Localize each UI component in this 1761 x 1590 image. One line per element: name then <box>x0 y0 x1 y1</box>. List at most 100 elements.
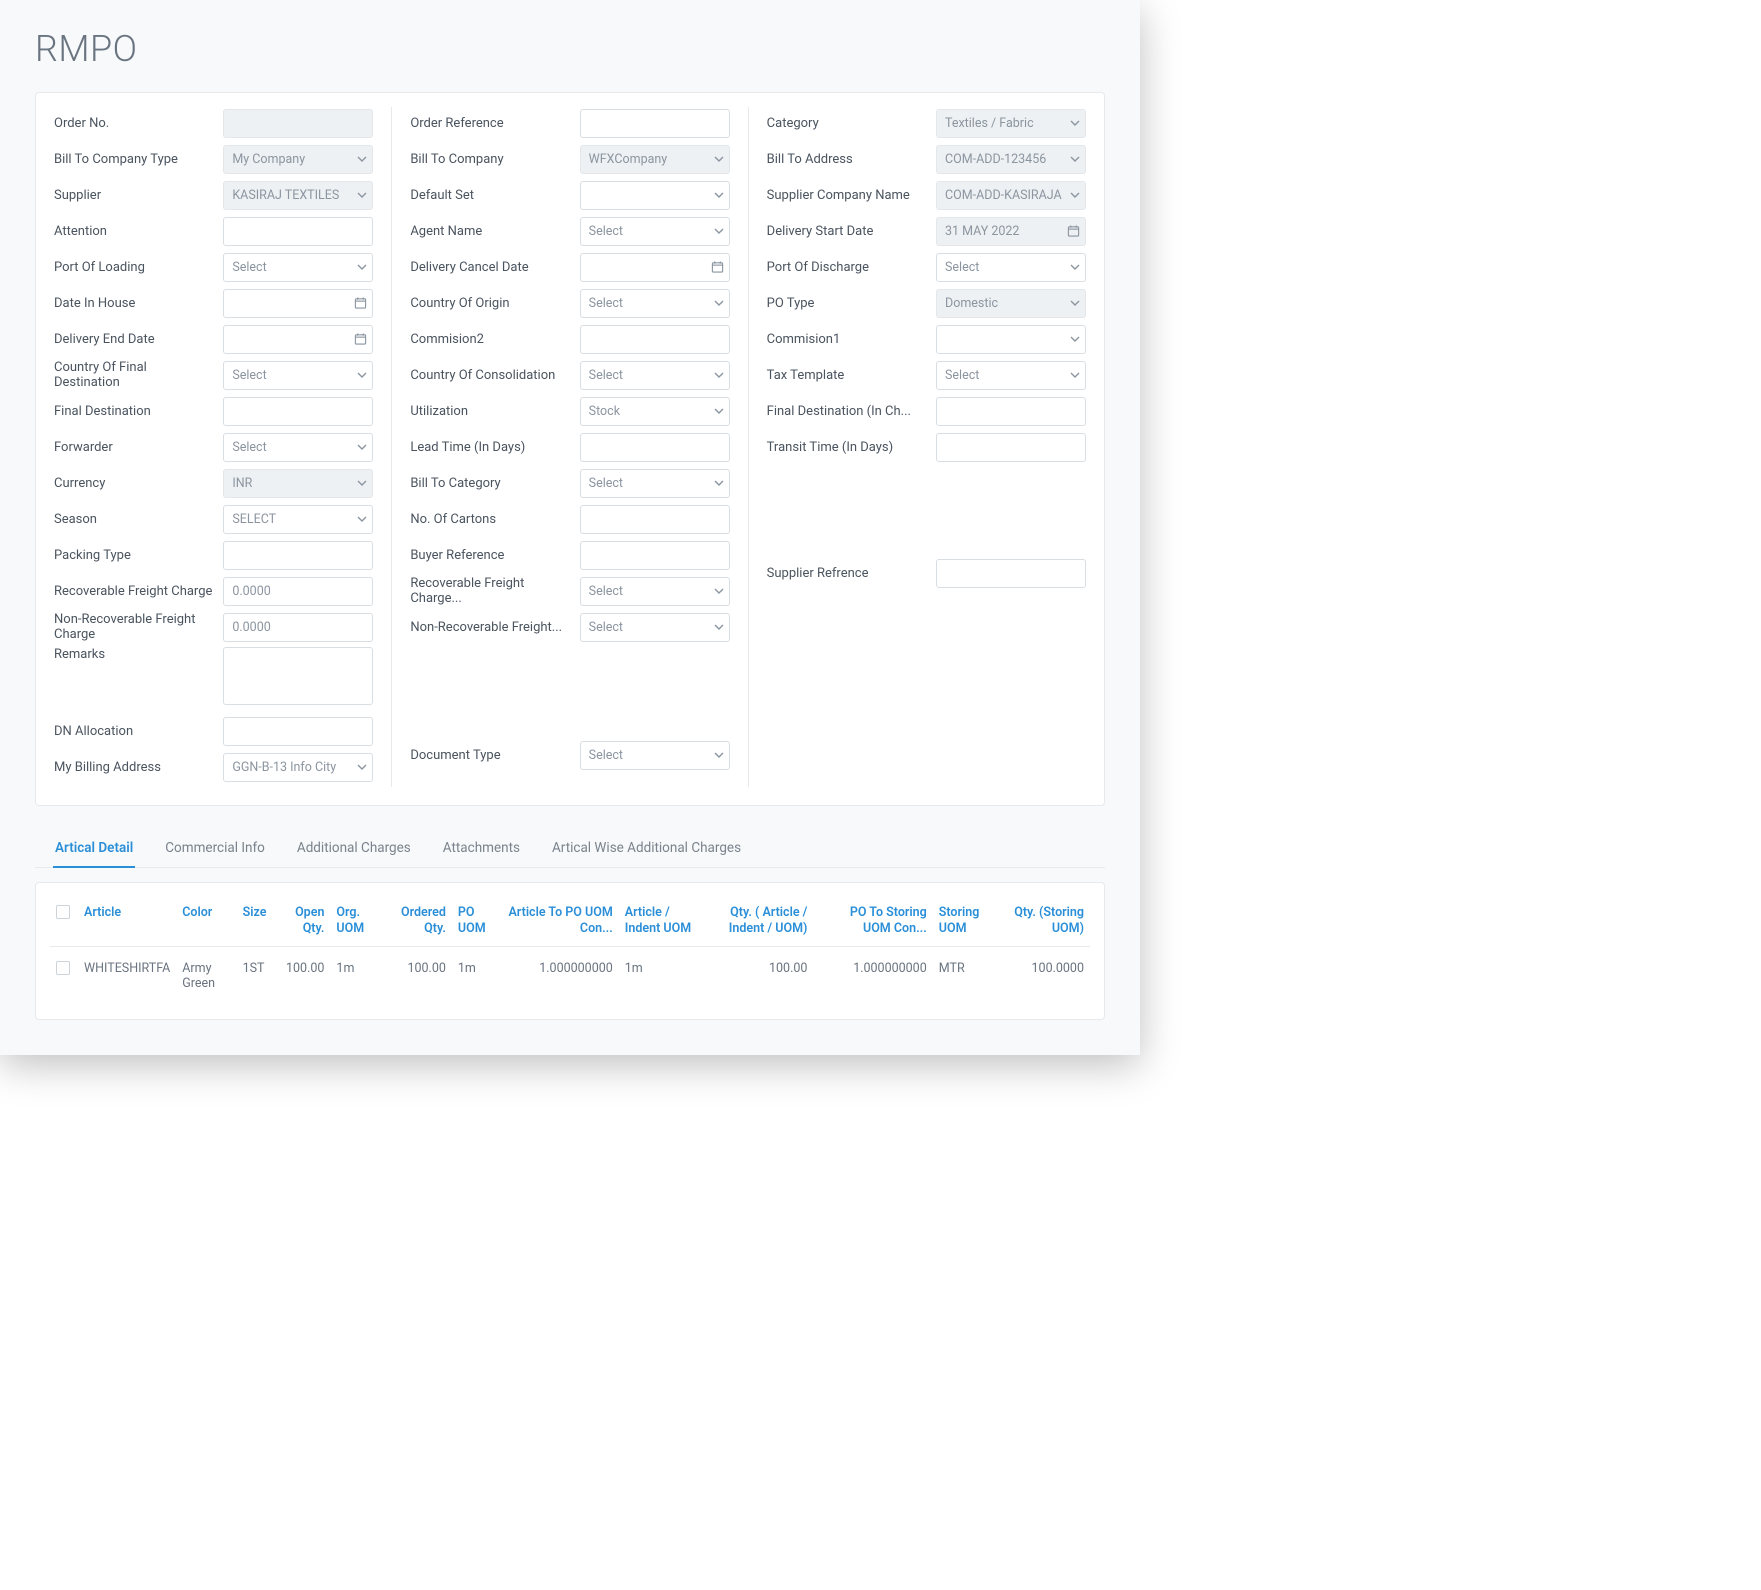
calendar-icon <box>354 333 367 346</box>
field-label-recov_freight_2: Recoverable Freight Charge... <box>410 576 579 606</box>
cell-qty_storing: 100.0000 <box>1000 947 1090 1006</box>
col-po_uom[interactable]: PO UOM <box>452 897 501 947</box>
order_reference-text-input[interactable] <box>580 109 730 138</box>
field-label-attention: Attention <box>54 224 223 239</box>
field-label-delivery_end_date: Delivery End Date <box>54 332 223 347</box>
forwarder-select[interactable]: Select <box>223 433 373 462</box>
field-label-port_of_discharge: Port Of Discharge <box>767 260 936 275</box>
bill_to_company_type-select: My Company <box>223 145 373 174</box>
row-checkbox[interactable] <box>56 961 70 975</box>
field-label-final_destination: Final Destination <box>54 404 223 419</box>
date_in_house-date-input[interactable] <box>223 289 373 318</box>
cell-org_uom: 1m <box>330 947 383 1006</box>
final_dest_ch-text-input[interactable] <box>936 397 1086 426</box>
calendar-icon <box>711 261 724 274</box>
field-label-po_type: PO Type <box>767 296 936 311</box>
delivery_start_date-date-input: 31 MAY 2022 <box>936 217 1086 246</box>
commision2-text-input[interactable] <box>580 325 730 354</box>
document_type-select[interactable]: Select <box>580 741 730 770</box>
field-label-delivery_start_date: Delivery Start Date <box>767 224 936 239</box>
field-label-order_no: Order No. <box>54 116 223 131</box>
col-qty_article_uom[interactable]: Qty. ( Article / Indent / UOM) <box>705 897 813 947</box>
table-row: WHITESHIRTFAArmy Green1ST100.001m100.001… <box>50 947 1090 1006</box>
field-label-remarks: Remarks <box>54 647 223 662</box>
my_billing_address-select[interactable]: GGN-B-13 Info City <box>223 753 373 782</box>
dn_allocation-text-input[interactable] <box>223 717 373 746</box>
port_of_loading-select[interactable]: Select <box>223 253 373 282</box>
supplier_refrence-text-input[interactable] <box>936 559 1086 588</box>
nonrecov_freight_2-select[interactable]: Select <box>580 613 730 642</box>
field-label-commision1: Commision1 <box>767 332 936 347</box>
buyer_reference-text-input[interactable] <box>580 541 730 570</box>
field-label-port_of_loading: Port Of Loading <box>54 260 223 275</box>
select-all-checkbox[interactable] <box>56 905 70 919</box>
calendar-icon <box>1067 225 1080 238</box>
cell-article_to_po: 1.000000000 <box>501 947 619 1006</box>
tab-additional_charges[interactable]: Additional Charges <box>295 832 413 868</box>
attention-text-input[interactable] <box>223 217 373 246</box>
final_destination-text-input[interactable] <box>223 397 373 426</box>
transit_time-text-input[interactable] <box>936 433 1086 462</box>
col-article_to_po[interactable]: Article To PO UOM Con... <box>501 897 619 947</box>
field-label-country_consolidation: Country Of Consolidation <box>410 368 579 383</box>
agent_name-select[interactable]: Select <box>580 217 730 246</box>
bill_to_category-select[interactable]: Select <box>580 469 730 498</box>
bill_to_company-select: WFXCompany <box>580 145 730 174</box>
field-label-supplier_refrence: Supplier Refrence <box>767 566 936 581</box>
country_final_dest-select[interactable]: Select <box>223 361 373 390</box>
col-ordered_qty[interactable]: Ordered Qty. <box>383 897 452 947</box>
field-label-currency: Currency <box>54 476 223 491</box>
col-article[interactable]: Article <box>78 897 176 947</box>
col-org_uom[interactable]: Org. UOM <box>330 897 383 947</box>
field-label-document_type: Document Type <box>410 748 579 763</box>
lead_time-text-input[interactable] <box>580 433 730 462</box>
col-po_to_storing[interactable]: PO To Storing UOM Con... <box>813 897 932 947</box>
col-storing_uom[interactable]: Storing UOM <box>933 897 1000 947</box>
season-select[interactable]: SELECT <box>223 505 373 534</box>
recov_freight-text-input[interactable]: 0.0000 <box>223 577 373 606</box>
no_of_cartons-text-input[interactable] <box>580 505 730 534</box>
field-label-season: Season <box>54 512 223 527</box>
tab-artical_detail[interactable]: Artical Detail <box>53 832 135 868</box>
field-label-bill_to_category: Bill To Category <box>410 476 579 491</box>
cell-storing_uom: MTR <box>933 947 1000 1006</box>
tab-artical_wise[interactable]: Artical Wise Additional Charges <box>550 832 743 868</box>
field-label-nonrecov_freight: Non-Recoverable Freight Charge <box>54 612 223 642</box>
field-label-order_reference: Order Reference <box>410 116 579 131</box>
page-title: RMPO <box>35 28 1105 70</box>
port_of_discharge-select[interactable]: Select <box>936 253 1086 282</box>
field-label-bill_to_address: Bill To Address <box>767 152 936 167</box>
commision1-select[interactable] <box>936 325 1086 354</box>
field-label-no_of_cartons: No. Of Cartons <box>410 512 579 527</box>
utilization-select[interactable]: Stock <box>580 397 730 426</box>
country_of_origin-select[interactable]: Select <box>580 289 730 318</box>
remarks-textarea[interactable] <box>223 647 373 705</box>
packing_type-text-input[interactable] <box>223 541 373 570</box>
tab-commercial_info[interactable]: Commercial Info <box>163 832 267 868</box>
col-size[interactable]: Size <box>237 897 273 947</box>
cell-qty_article_uom: 100.00 <box>705 947 813 1006</box>
delivery_cancel_date-date-input[interactable] <box>580 253 730 282</box>
col-color[interactable]: Color <box>176 897 236 947</box>
col-qty_storing[interactable]: Qty. (Storing UOM) <box>1000 897 1090 947</box>
field-label-transit_time: Transit Time (In Days) <box>767 440 936 455</box>
tax_template-select[interactable]: Select <box>936 361 1086 390</box>
field-label-buyer_reference: Buyer Reference <box>410 548 579 563</box>
field-label-agent_name: Agent Name <box>410 224 579 239</box>
field-label-final_dest_ch: Final Destination (In Ch... <box>767 404 936 419</box>
tab-attachments[interactable]: Attachments <box>441 832 522 868</box>
field-label-my_billing_address: My Billing Address <box>54 760 223 775</box>
form-card: Order No. Bill To Company Type My Compan… <box>35 92 1105 806</box>
col-open_qty[interactable]: Open Qty. <box>272 897 330 947</box>
article-table: ArticleColorSizeOpen Qty.Org. UOMOrdered… <box>50 897 1090 1005</box>
category-select: Textiles / Fabric <box>936 109 1086 138</box>
country_consolidation-select[interactable]: Select <box>580 361 730 390</box>
po_type-select: Domestic <box>936 289 1086 318</box>
default_set-select[interactable] <box>580 181 730 210</box>
recov_freight_2-select[interactable]: Select <box>580 577 730 606</box>
col-article_indent_uom[interactable]: Article / Indent UOM <box>619 897 705 947</box>
delivery_end_date-date-input[interactable] <box>223 325 373 354</box>
cell-ordered_qty: 100.00 <box>383 947 452 1006</box>
nonrecov_freight-text-input[interactable]: 0.0000 <box>223 613 373 642</box>
supplier-select: KASIRAJ TEXTILES <box>223 181 373 210</box>
